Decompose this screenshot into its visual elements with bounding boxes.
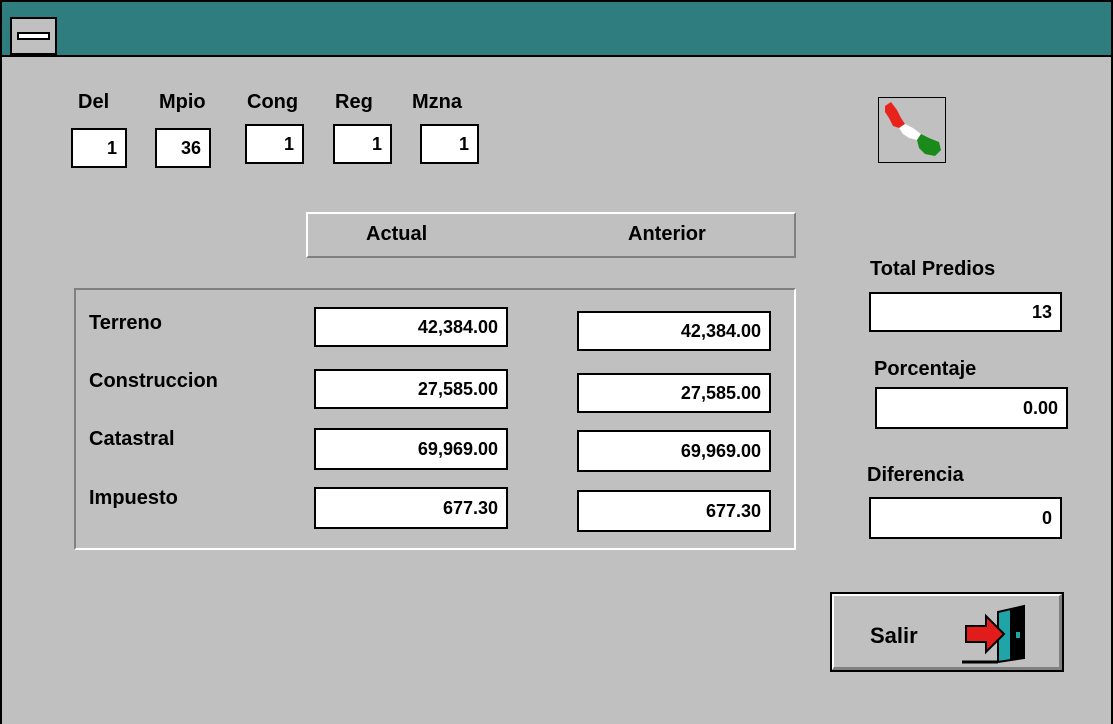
app-window: Del 1 Mpio 36 Cong 1 Reg 1 Mzna 1 Actual… bbox=[0, 0, 1113, 724]
reg-field[interactable]: 1 bbox=[333, 124, 392, 164]
diferencia-label: Diferencia bbox=[867, 464, 964, 486]
impuesto-label: Impuesto bbox=[89, 487, 178, 509]
reg-label: Reg bbox=[335, 91, 373, 113]
impuesto-actual-field[interactable]: 677.30 bbox=[314, 487, 508, 529]
total-predios-label: Total Predios bbox=[870, 258, 996, 280]
mpio-label: Mpio bbox=[159, 91, 206, 113]
salir-button[interactable]: Salir bbox=[830, 592, 1064, 672]
title-bar[interactable] bbox=[2, 2, 1111, 57]
construccion-anterior-field[interactable]: 27,585.00 bbox=[577, 373, 771, 413]
exit-door-icon bbox=[962, 604, 1025, 664]
porcentaje-label: Porcentaje bbox=[874, 358, 977, 380]
diferencia-field[interactable]: 0 bbox=[869, 497, 1062, 539]
terreno-actual-field[interactable]: 42,384.00 bbox=[314, 307, 508, 347]
actual-column-label: Actual bbox=[366, 223, 428, 245]
mzna-label: Mzna bbox=[412, 91, 462, 113]
cong-label: Cong bbox=[247, 91, 299, 113]
catastral-label: Catastral bbox=[89, 428, 175, 450]
catastral-actual-field[interactable]: 69,969.00 bbox=[314, 428, 508, 470]
total-predios-field[interactable]: 13 bbox=[869, 292, 1062, 332]
mpio-field[interactable]: 36 bbox=[155, 128, 211, 168]
terreno-label: Terreno bbox=[89, 312, 162, 334]
cong-field[interactable]: 1 bbox=[245, 124, 304, 164]
anterior-column-label: Anterior bbox=[628, 223, 706, 245]
catastral-anterior-field[interactable]: 69,969.00 bbox=[577, 430, 771, 472]
del-field[interactable]: 1 bbox=[71, 128, 127, 168]
construccion-actual-field[interactable]: 27,585.00 bbox=[314, 369, 508, 409]
terreno-anterior-field[interactable]: 42,384.00 bbox=[577, 311, 771, 351]
mexico-map-icon bbox=[878, 97, 946, 163]
system-menu-icon[interactable] bbox=[10, 17, 57, 55]
salir-button-label: Salir bbox=[870, 623, 918, 648]
mzna-field[interactable]: 1 bbox=[420, 124, 479, 164]
construccion-label: Construccion bbox=[89, 370, 218, 392]
impuesto-anterior-field[interactable]: 677.30 bbox=[577, 490, 771, 532]
porcentaje-field[interactable]: 0.00 bbox=[875, 387, 1068, 429]
del-label: Del bbox=[78, 91, 110, 113]
